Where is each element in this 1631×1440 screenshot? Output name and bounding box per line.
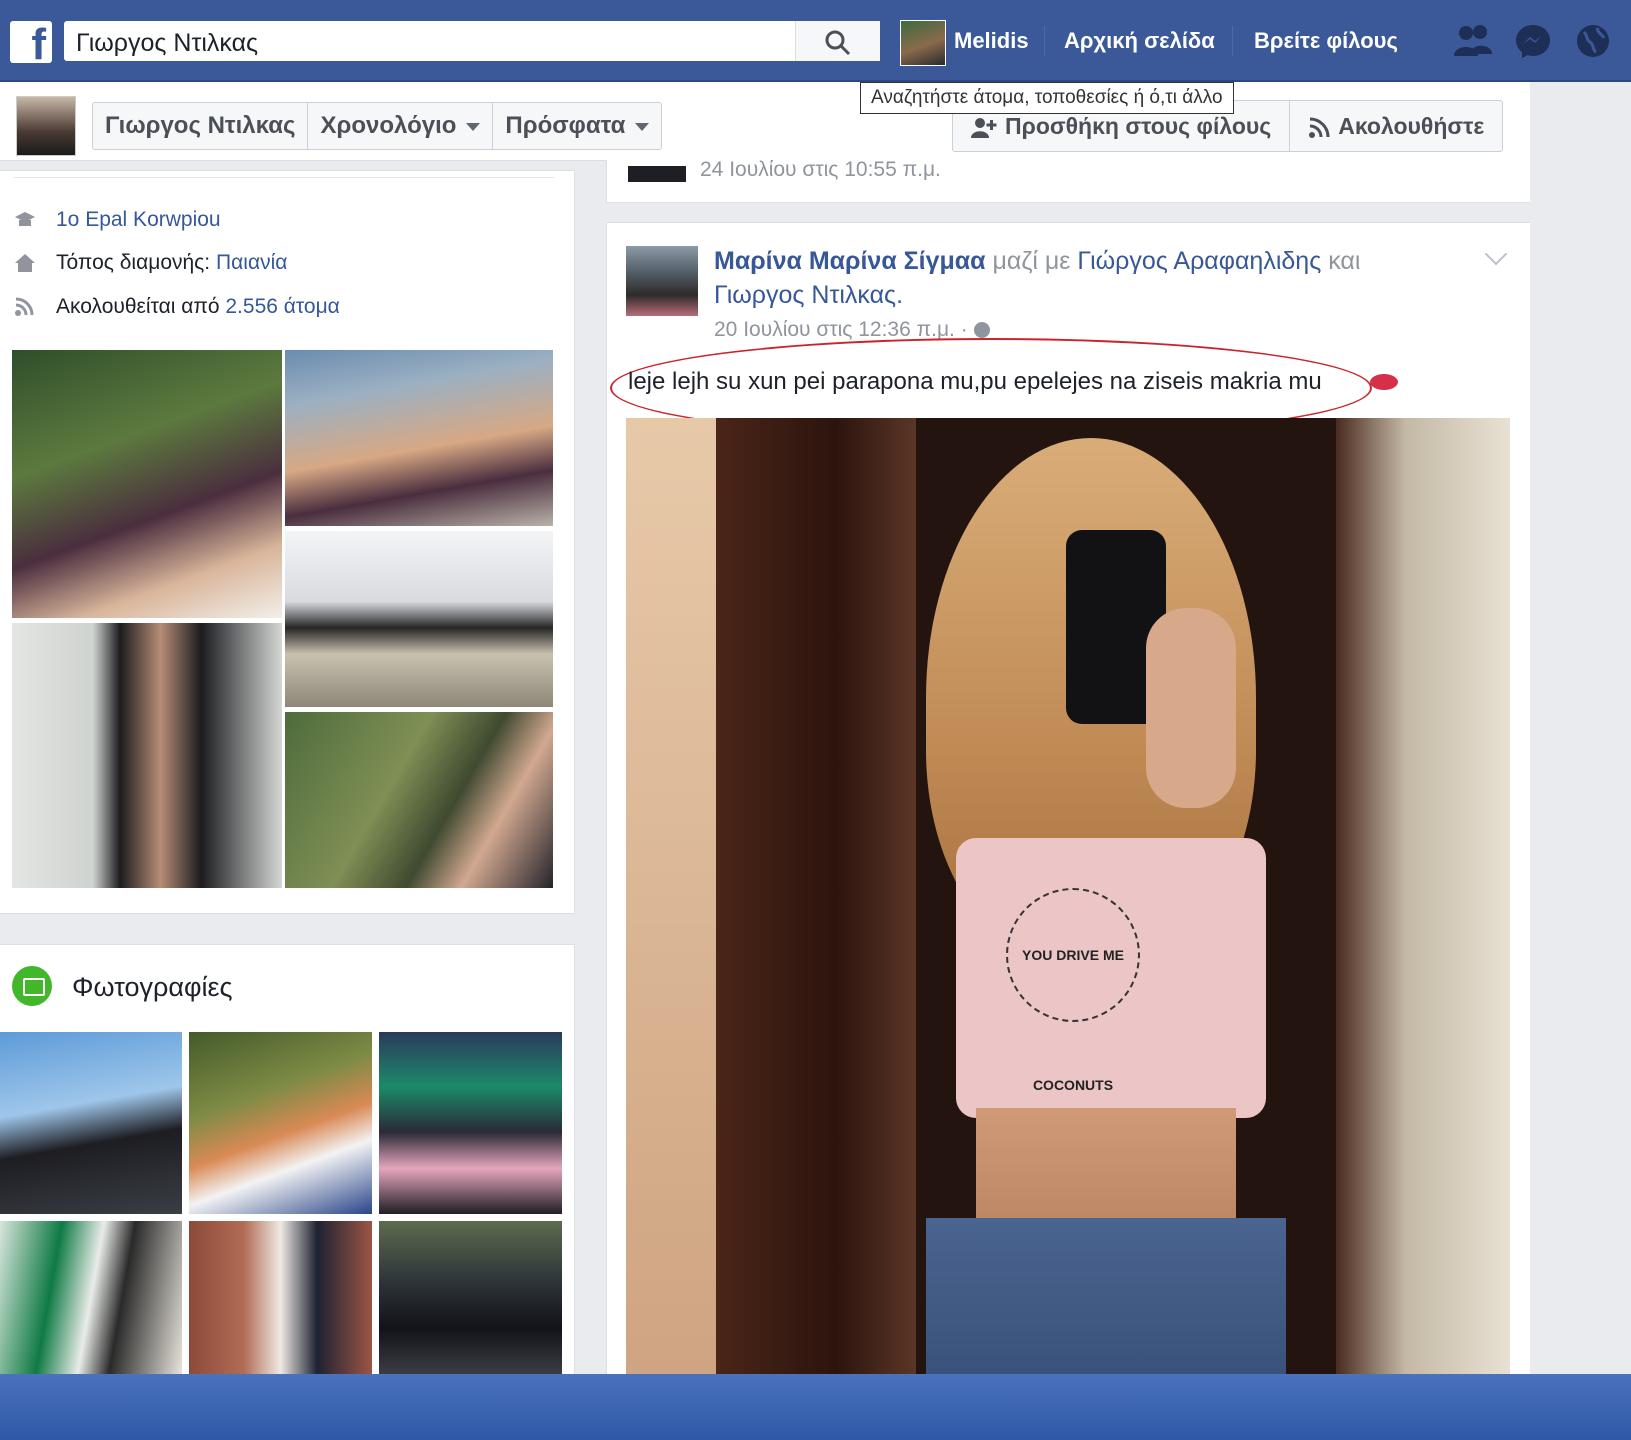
intro-lives: Τόπος διαμονής: Παιανία	[14, 251, 287, 275]
photo-thumbnail[interactable]	[0, 1221, 182, 1374]
divider	[14, 177, 554, 178]
wall-tiles	[626, 418, 716, 1374]
shirt-print: YOU DRIVE ME COCONUTS	[1006, 888, 1140, 1093]
school-icon	[15, 212, 35, 227]
followers-link[interactable]: 2.556 άτομα	[225, 295, 339, 318]
add-friend-label: Προσθήκη στους φίλους	[1005, 113, 1272, 139]
nav-find-friends-link[interactable]: Βρείτε φίλους	[1254, 28, 1398, 54]
post-author-link[interactable]: Μαρίνα Μαρίνα Σίγμαα	[714, 247, 986, 275]
jeans	[926, 1218, 1286, 1374]
follow-label: Ακολουθήστε	[1338, 113, 1485, 139]
post-text: leje lejh su xun pei parapona mu,pu epel…	[628, 368, 1322, 395]
search-input[interactable]: Γιωργος Ντιλκας	[64, 21, 880, 61]
search-icon	[825, 30, 851, 56]
notifications-globe-icon[interactable]	[1574, 22, 1612, 60]
intro-followers: Ακολουθείται από 2.556 άτομα	[14, 295, 340, 319]
rss-icon	[15, 297, 34, 317]
photo-thumbnail[interactable]	[189, 1221, 372, 1374]
tagged-user-link[interactable]: Γιώργος Αραφαηλιδης	[1077, 247, 1321, 275]
search-button[interactable]	[795, 21, 880, 61]
wall-right	[1336, 418, 1510, 1374]
hand	[1146, 608, 1236, 808]
lives-label: Τόπος διαμονής:	[56, 251, 211, 274]
nav-divider	[1232, 26, 1233, 56]
intro-school: 1o Epal Korwpiou	[14, 208, 221, 232]
top-navigation-bar: f Γιωργος Ντιλκας Melidis Αρχική σελίδα …	[0, 0, 1631, 82]
recent-label: Πρόσφατα	[505, 112, 626, 139]
follow-button[interactable]: Ακολουθήστε	[1290, 101, 1502, 151]
facebook-logo-icon[interactable]: f	[10, 21, 52, 67]
public-globe-icon	[973, 322, 990, 339]
with-label: μαζί με	[992, 247, 1071, 275]
add-friend-icon	[971, 117, 997, 138]
search-value[interactable]: Γιωργος Ντιλκας	[76, 29, 258, 58]
featured-photo[interactable]	[12, 350, 282, 618]
previous-post-timestamp[interactable]: 24 Ιουλίου στις 10:55 π.μ.	[700, 158, 941, 182]
caret-down-icon	[635, 122, 650, 131]
featured-photo[interactable]	[285, 350, 553, 526]
nav-divider	[1044, 26, 1045, 56]
post-header: Μαρίνα Μαρίνα Σίγμαα μαζί με Γιώργος Αρα…	[714, 244, 1414, 312]
right-gutter	[1530, 82, 1631, 1374]
profile-nav: Γιωργος Ντιλκας Χρονολόγιο Πρόσφατα	[92, 102, 663, 150]
profile-name-tab[interactable]: Γιωργος Ντιλκας	[93, 103, 309, 149]
featured-photo[interactable]	[285, 712, 553, 888]
photo-thumbnail[interactable]	[189, 1032, 372, 1214]
timeline-label: Χρονολόγιο	[320, 112, 457, 139]
friend-requests-icon[interactable]	[1452, 22, 1494, 60]
post-author-avatar[interactable]	[626, 246, 698, 316]
caret-down-icon	[466, 122, 481, 131]
followed-label: Ακολουθείται από	[56, 295, 220, 318]
timeline-tab[interactable]: Χρονολόγιο	[308, 103, 494, 149]
photos-icon	[12, 966, 52, 1006]
kiss-lips-icon	[1370, 374, 1398, 390]
rss-follow-icon	[1309, 117, 1330, 138]
messenger-icon[interactable]	[1514, 22, 1552, 60]
bottom-bar	[0, 1374, 1631, 1440]
door-frame	[716, 418, 916, 1374]
profile-thumbnail[interactable]	[16, 96, 76, 156]
period: .	[896, 281, 904, 309]
previous-post-avatar[interactable]	[628, 166, 686, 182]
featured-photo[interactable]	[12, 623, 282, 888]
photo-thumbnail[interactable]	[379, 1032, 562, 1214]
photo-thumbnail[interactable]	[0, 1032, 182, 1214]
recent-tab[interactable]: Πρόσφατα	[493, 103, 661, 149]
post-timestamp-link[interactable]: 20 Ιουλίου στις 12:36 π.μ. ·	[714, 318, 968, 341]
home-icon	[15, 254, 35, 273]
post-photo[interactable]: YOU DRIVE ME COCONUTS	[626, 418, 1510, 1374]
photo-thumbnail[interactable]	[379, 1221, 562, 1374]
search-tooltip: Αναζητήστε άτομα, τοποθεσίες ή ό,τι άλλο	[860, 82, 1234, 114]
tagged-user-link[interactable]: Γιωργος Ντιλκας	[714, 281, 896, 309]
user-avatar[interactable]	[900, 20, 946, 66]
profile-name-label: Γιωργος Ντιλκας	[105, 112, 296, 139]
nav-home-link[interactable]: Αρχική σελίδα	[1064, 28, 1215, 54]
photos-title[interactable]: Φωτογραφίες	[72, 972, 233, 1003]
school-link[interactable]: 1o Epal Korwpiou	[56, 208, 221, 231]
lives-link[interactable]: Παιανία	[216, 251, 287, 274]
and-label: και	[1328, 247, 1361, 275]
nav-profile-link[interactable]: Melidis	[954, 28, 1029, 54]
featured-photo[interactable]	[285, 531, 553, 707]
